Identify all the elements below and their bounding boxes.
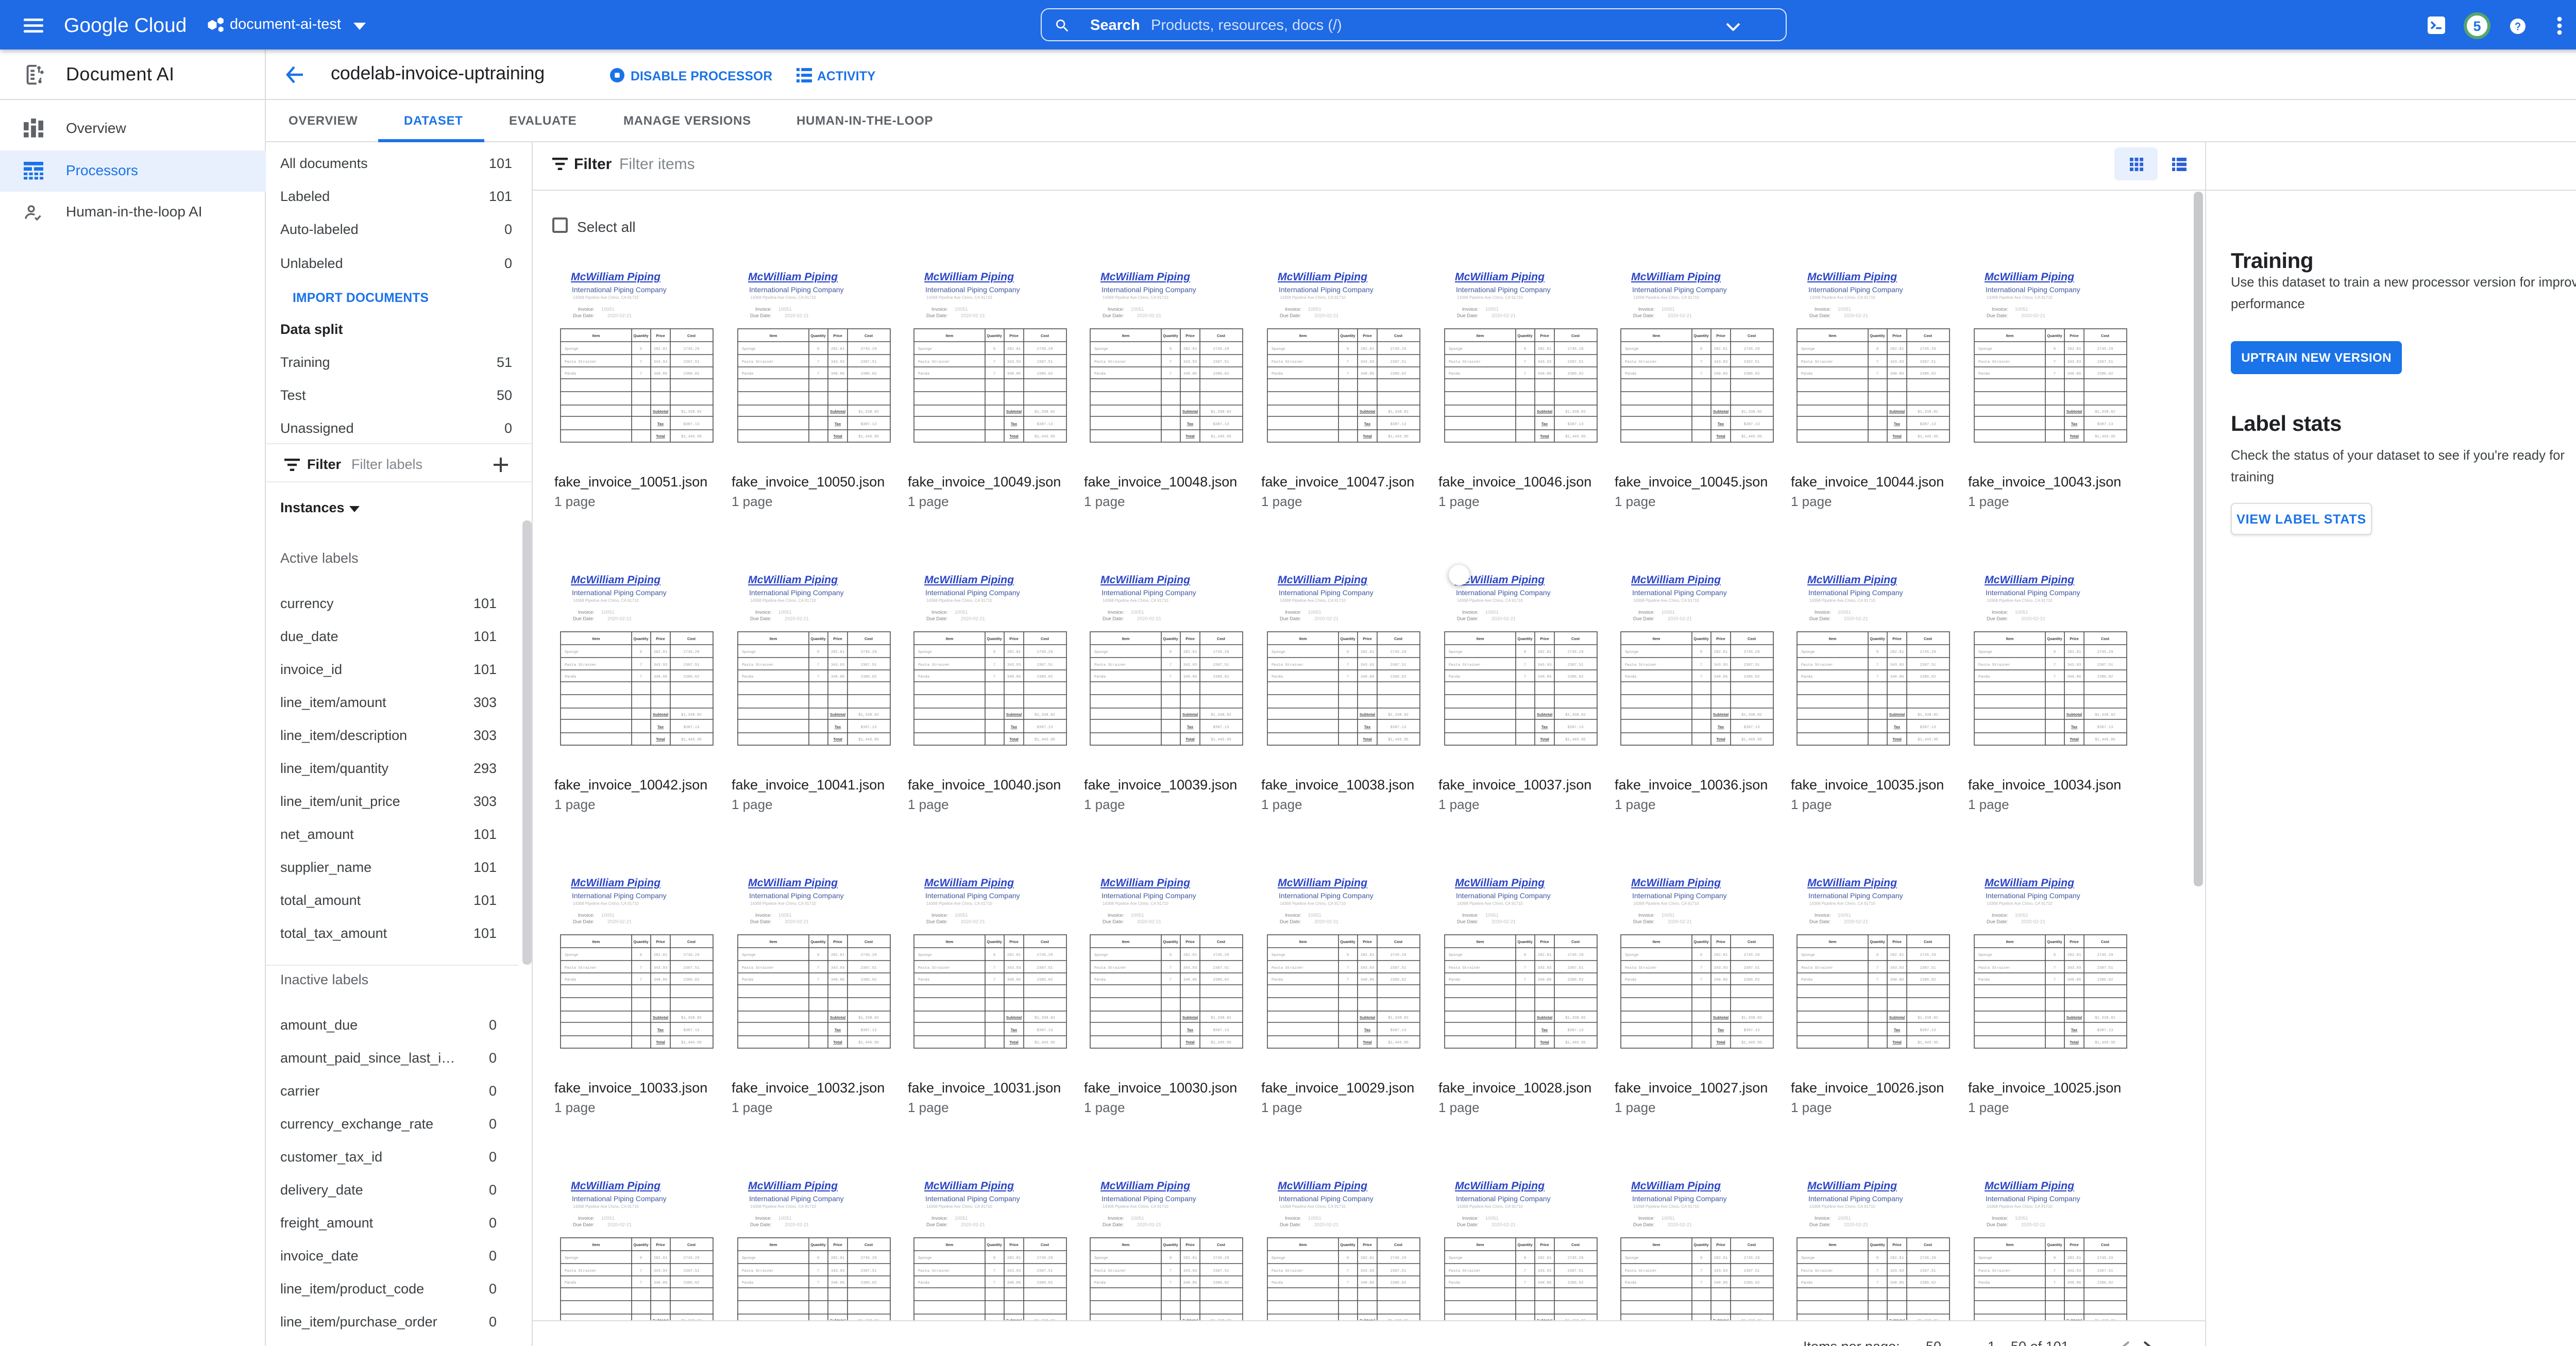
svg-text:5: 5 bbox=[2473, 19, 2481, 34]
